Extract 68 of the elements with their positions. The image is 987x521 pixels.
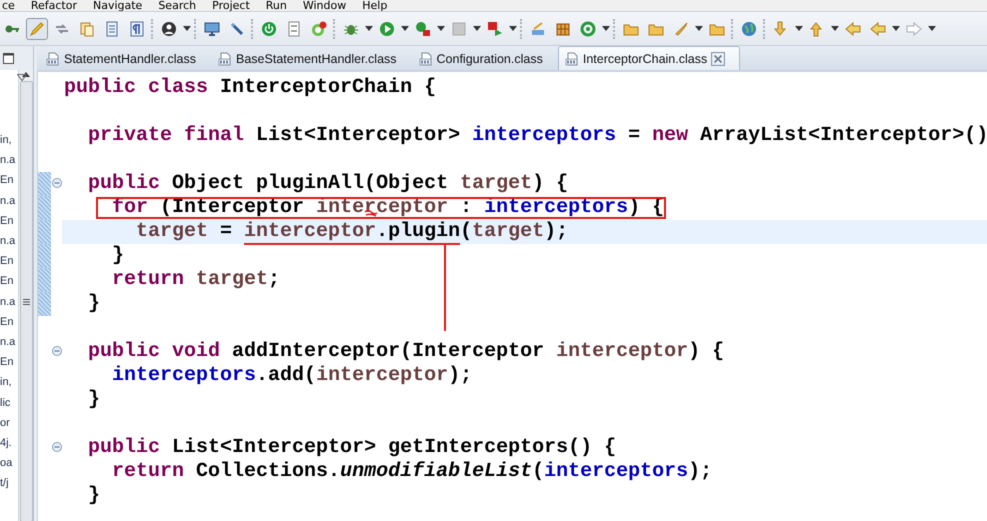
tree-item[interactable]: En <box>0 352 14 372</box>
class-file-icon <box>564 52 579 66</box>
code-line: public class InterceptorChain { <box>63 76 438 100</box>
pencil-icon[interactable] <box>26 18 48 40</box>
menu-item[interactable]: Run <box>266 0 287 11</box>
tree-item[interactable]: n.a <box>0 231 16 252</box>
class-file-icon <box>418 52 433 66</box>
code-line: public Object pluginAll(Object target) { <box>87 172 570 196</box>
scroll-up-icon[interactable] <box>22 72 30 77</box>
tree-item[interactable]: in, <box>0 372 12 393</box>
caret-icon[interactable] <box>437 26 445 31</box>
editor-tab[interactable]: Configuration.class <box>412 46 558 70</box>
code-line: return target; <box>111 268 282 292</box>
tree-item[interactable]: n.a <box>0 292 16 312</box>
close-icon[interactable] <box>711 52 726 66</box>
collapse-icon[interactable] <box>52 178 62 188</box>
menu-item[interactable]: Help <box>362 0 388 11</box>
code-line: private final List<Interceptor> interceptors = new ArrayList<Interceptor>() <box>87 124 987 148</box>
tree-item[interactable]: n.a <box>0 332 16 352</box>
editor-tab[interactable]: StatementHandler.class <box>39 46 212 70</box>
tree-item[interactable]: oa <box>0 453 12 474</box>
tree-item[interactable]: En <box>0 251 14 272</box>
collapse-icon[interactable] <box>52 346 62 356</box>
caret-icon[interactable] <box>831 26 839 31</box>
menu-item[interactable]: Search <box>158 0 196 11</box>
caret-icon[interactable] <box>183 26 191 31</box>
tree-item[interactable]: n.a <box>0 150 16 170</box>
code-line: } <box>87 388 102 412</box>
menu-item[interactable]: Refactor <box>30 0 77 11</box>
class-file-icon <box>46 52 60 66</box>
code-line: } <box>111 244 126 268</box>
code-line: } <box>87 484 102 508</box>
code-line: interceptors.add(interceptor); <box>111 364 474 388</box>
collapse-icon[interactable] <box>52 442 62 452</box>
tree-item[interactable]: t/j <box>0 473 9 494</box>
caret-icon[interactable] <box>473 26 481 31</box>
tree-item[interactable]: 4j. <box>0 433 12 454</box>
code-line: return Collections.unmodifiableList(interceptors); <box>111 460 714 484</box>
caret-icon[interactable] <box>795 26 803 31</box>
tree-item[interactable]: En <box>0 210 14 232</box>
tree-item[interactable]: lic <box>0 392 10 413</box>
caret-icon[interactable] <box>695 26 703 31</box>
menu-item[interactable]: Navigate <box>92 0 142 11</box>
caret-icon[interactable] <box>602 26 610 31</box>
tree-item[interactable]: in, <box>0 130 12 150</box>
tree-item[interactable]: En <box>0 312 14 332</box>
tree-item[interactable]: or <box>0 412 10 434</box>
code-line: public List<Interceptor> getInterceptors() { <box>87 436 618 460</box>
scrollbar[interactable] <box>18 70 33 521</box>
menu-item[interactable]: Project <box>212 0 250 11</box>
code-line: } <box>87 292 102 316</box>
editor-tab[interactable]: BaseStatementHandler.class <box>211 46 412 70</box>
code-line: public void addInterceptor(Interceptor interceptor) { <box>87 340 726 364</box>
tree-item[interactable]: En <box>0 170 14 191</box>
editor-tab[interactable]: InterceptorChain.class <box>558 46 740 70</box>
caret-icon[interactable] <box>365 26 373 31</box>
grip-icon <box>22 298 30 304</box>
caret-icon[interactable] <box>509 26 517 31</box>
menu-item[interactable]: ce <box>2 0 15 11</box>
tree-item[interactable]: En <box>0 271 14 292</box>
menu-item[interactable]: Window <box>302 0 346 11</box>
caret-icon[interactable] <box>401 26 409 31</box>
caret-icon[interactable] <box>928 26 936 31</box>
view-menu-icon[interactable] <box>17 74 27 81</box>
caret-icon[interactable] <box>892 26 900 31</box>
minimize-icon[interactable] <box>3 52 14 64</box>
tree-item[interactable]: n.a <box>0 190 16 211</box>
class-file-icon <box>218 52 232 66</box>
